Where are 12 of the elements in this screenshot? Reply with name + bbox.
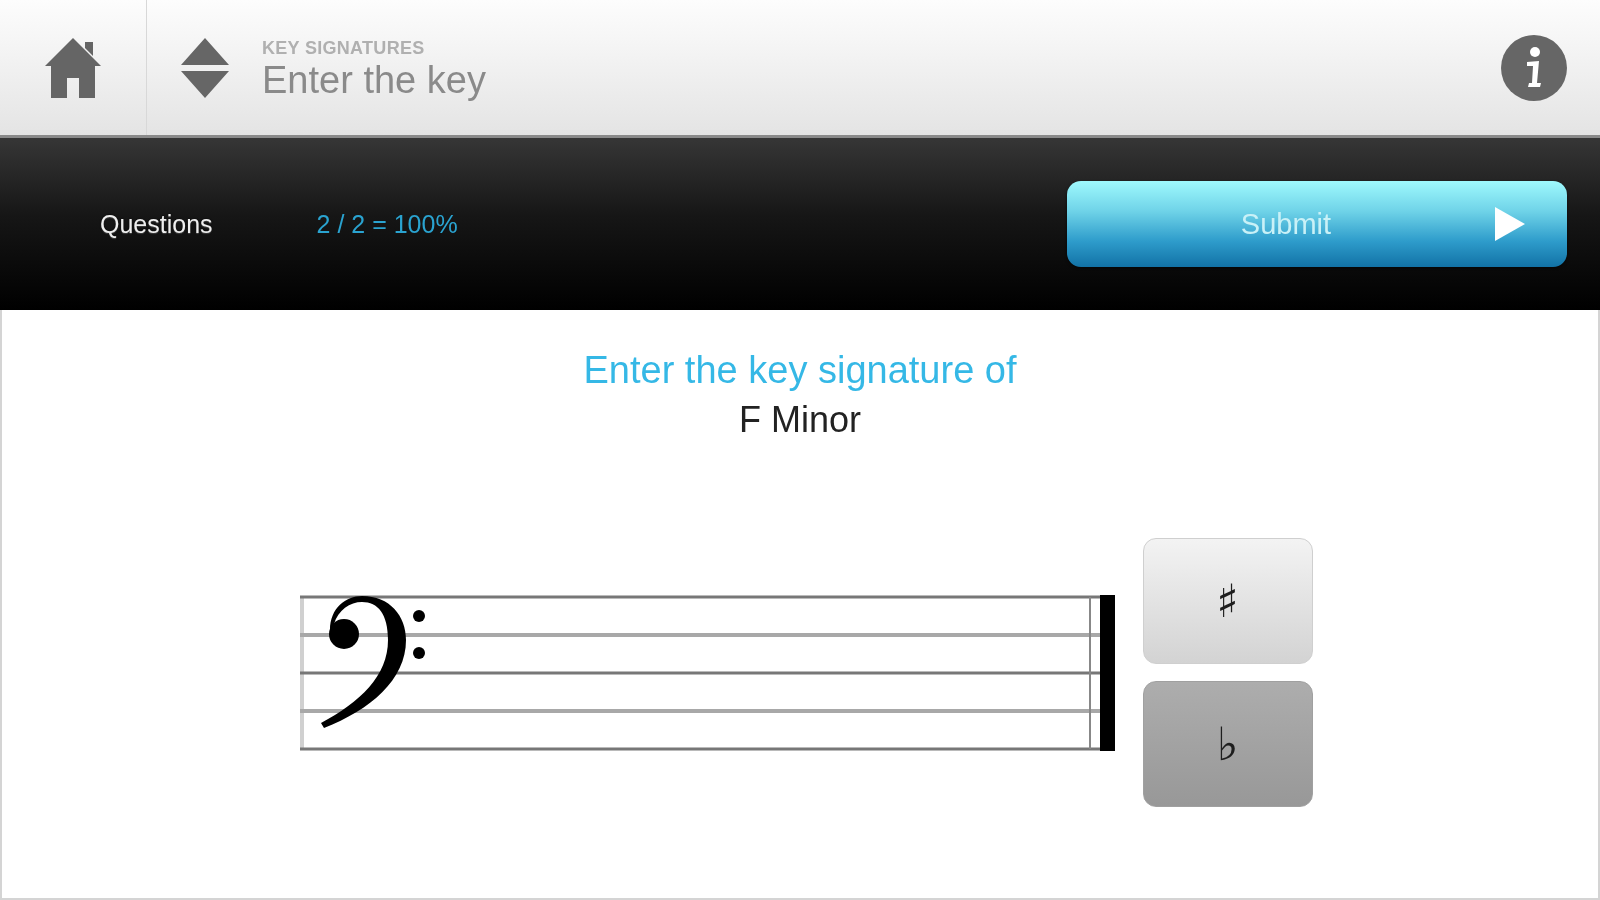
- home-icon[interactable]: [45, 37, 101, 98]
- info-icon[interactable]: [1501, 34, 1567, 101]
- question-prompt: Enter the key signature of: [583, 348, 1017, 393]
- accidental-button[interactable]: ♯: [1142, 538, 1313, 664]
- category-label: KEY SIGNATURES: [262, 37, 426, 58]
- up-down-arrows-icon[interactable]: [181, 37, 229, 98]
- score-text: 2 / 2 = 100%: [316, 209, 458, 239]
- accidental-button[interactable]: ♭: [1142, 681, 1313, 807]
- page-title: Enter the key: [262, 57, 486, 102]
- play-icon: [1495, 207, 1525, 241]
- key-name: F Minor: [739, 398, 861, 442]
- questions-label: Questions: [100, 209, 213, 239]
